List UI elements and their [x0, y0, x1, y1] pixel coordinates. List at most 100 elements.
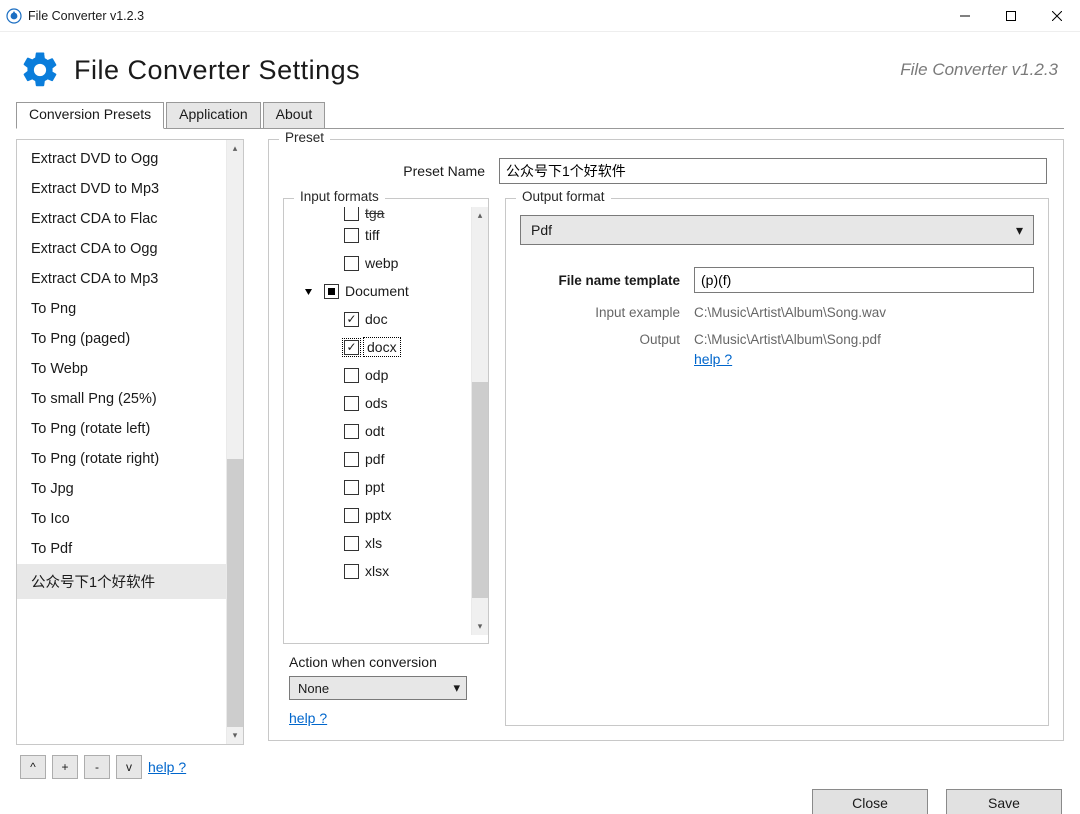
format-label: ppt — [365, 479, 384, 495]
add-preset-button[interactable]: + — [52, 755, 78, 779]
checkbox-icon[interactable] — [344, 256, 359, 271]
format-label: tiff — [365, 227, 380, 243]
format-row[interactable]: doc — [296, 305, 471, 333]
output-group-legend: Output format — [516, 189, 611, 204]
minimize-button[interactable] — [942, 0, 988, 32]
format-row[interactable]: odt — [296, 417, 471, 445]
format-row[interactable]: webp — [296, 249, 471, 277]
output-format-value: Pdf — [531, 222, 552, 238]
chevron-down-icon[interactable] — [302, 285, 314, 297]
version-label: File Converter v1.2.3 — [900, 60, 1058, 80]
close-settings-button[interactable]: Close — [812, 789, 928, 814]
app-icon — [6, 8, 22, 24]
input-formats-tree[interactable]: tga tiff webp — [284, 207, 471, 635]
chevron-down-icon: ▾ — [453, 680, 460, 696]
format-row[interactable]: odp — [296, 361, 471, 389]
format-group-row[interactable]: Document — [296, 277, 471, 305]
checkbox-icon[interactable] — [344, 480, 359, 495]
preset-item[interactable]: Extract CDA to Flac — [17, 204, 226, 234]
checkbox-checked-icon[interactable] — [344, 312, 359, 327]
chevron-up-icon[interactable]: ▴ — [227, 140, 243, 157]
preset-item[interactable]: To Pdf — [17, 534, 226, 564]
title-bar: File Converter v1.2.3 — [0, 0, 1080, 32]
chevron-down-icon[interactable]: ▾ — [472, 618, 488, 635]
chevron-up-icon[interactable]: ▴ — [472, 207, 488, 224]
preset-list[interactable]: Extract DVD to Ogg Extract DVD to Mp3 Ex… — [16, 139, 244, 745]
format-row[interactable]: tiff — [296, 221, 471, 249]
output-format-select[interactable]: Pdf ▾ — [520, 215, 1034, 245]
scrollbar-thumb[interactable] — [227, 459, 243, 727]
checkbox-icon[interactable] — [344, 368, 359, 383]
checkbox-icon[interactable] — [344, 228, 359, 243]
page-title: File Converter Settings — [74, 55, 360, 86]
checkbox-indeterminate-icon[interactable] — [324, 284, 339, 299]
format-row[interactable]: xlsx — [296, 557, 471, 585]
chevron-down-icon[interactable]: ▾ — [227, 727, 243, 744]
preset-item[interactable]: To Ico — [17, 504, 226, 534]
filename-template-label: File name template — [520, 273, 680, 288]
preset-item[interactable]: Extract CDA to Mp3 — [17, 264, 226, 294]
move-up-button[interactable]: ^ — [20, 755, 46, 779]
preset-item[interactable]: To Png — [17, 294, 226, 324]
filename-template-input[interactable] — [694, 267, 1034, 293]
checkbox-icon[interactable] — [344, 536, 359, 551]
window-title: File Converter v1.2.3 — [28, 9, 144, 23]
scrollbar-thumb[interactable] — [472, 382, 488, 599]
preset-item[interactable]: To Png (paged) — [17, 324, 226, 354]
checkbox-icon[interactable] — [344, 207, 359, 221]
remove-preset-button[interactable]: - — [84, 755, 110, 779]
preset-name-label: Preset Name — [285, 163, 485, 179]
checkbox-icon[interactable] — [344, 424, 359, 439]
input-example-value: C:\Music\Artist\Album\Song.wav — [694, 305, 1034, 320]
format-row[interactable]: pdf — [296, 445, 471, 473]
preset-item[interactable]: To Png (rotate right) — [17, 444, 226, 474]
close-button[interactable] — [1034, 0, 1080, 32]
preset-list-help-link[interactable]: help ? — [148, 759, 186, 775]
action-select[interactable]: None ▾ — [289, 676, 467, 700]
checkbox-icon[interactable] — [344, 396, 359, 411]
preset-item[interactable]: To Jpg — [17, 474, 226, 504]
preset-item[interactable]: 公众号下1个好软件 — [17, 564, 226, 599]
tab-conversion-presets[interactable]: Conversion Presets — [16, 102, 164, 129]
output-help-link[interactable]: help ? — [694, 351, 732, 367]
format-label: pptx — [365, 507, 391, 523]
action-help-link[interactable]: help ? — [289, 710, 327, 726]
checkbox-checked-icon[interactable] — [344, 340, 359, 355]
gear-icon — [18, 48, 62, 92]
input-formats-group: Input formats tga tiff — [283, 198, 489, 644]
preset-item[interactable]: Extract DVD to Ogg — [17, 144, 226, 174]
format-row[interactable]: ppt — [296, 473, 471, 501]
format-row[interactable]: pptx — [296, 501, 471, 529]
action-select-value: None — [298, 681, 329, 696]
save-settings-button[interactable]: Save — [946, 789, 1062, 814]
preset-item[interactable]: Extract CDA to Ogg — [17, 234, 226, 264]
format-row[interactable]: docx — [296, 333, 471, 361]
checkbox-icon[interactable] — [344, 452, 359, 467]
preset-item[interactable]: To Webp — [17, 354, 226, 384]
checkbox-icon[interactable] — [344, 564, 359, 579]
scrollbar-track[interactable] — [227, 157, 243, 727]
format-label: xls — [365, 535, 382, 551]
maximize-button[interactable] — [988, 0, 1034, 32]
format-label: xlsx — [365, 563, 389, 579]
format-row[interactable]: tga — [296, 207, 471, 221]
format-label: docx — [365, 339, 399, 355]
format-row[interactable]: xls — [296, 529, 471, 557]
format-group-label: Document — [345, 283, 409, 299]
tab-about[interactable]: About — [263, 102, 326, 129]
preset-list-scrollbar[interactable]: ▴ ▾ — [226, 140, 243, 744]
format-label: odp — [365, 367, 388, 383]
preset-item[interactable]: Extract DVD to Mp3 — [17, 174, 226, 204]
format-label: webp — [365, 255, 398, 271]
settings-header: File Converter Settings File Converter v… — [0, 32, 1080, 102]
move-down-button[interactable]: v — [116, 755, 142, 779]
preset-group-legend: Preset — [279, 130, 330, 145]
preset-name-input[interactable] — [499, 158, 1047, 184]
tree-scrollbar[interactable]: ▴ ▾ — [471, 207, 488, 635]
checkbox-icon[interactable] — [344, 508, 359, 523]
format-row[interactable]: ods — [296, 389, 471, 417]
preset-item[interactable]: To small Png (25%) — [17, 384, 226, 414]
preset-item[interactable]: To Png (rotate left) — [17, 414, 226, 444]
tab-application[interactable]: Application — [166, 102, 261, 129]
scrollbar-track[interactable] — [472, 224, 488, 618]
